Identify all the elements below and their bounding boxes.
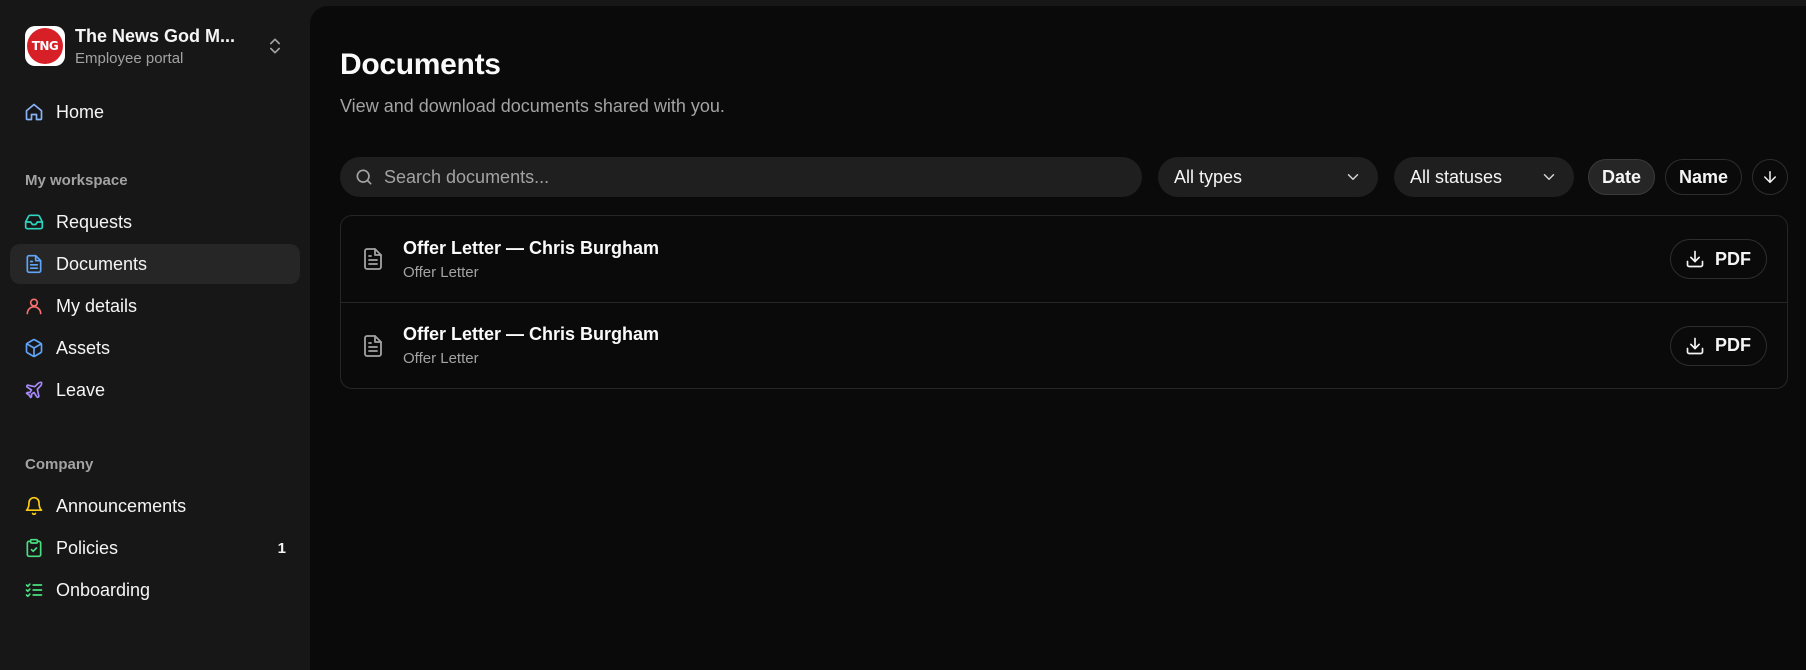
sort-direction-button[interactable] <box>1752 159 1789 195</box>
sidebar-item-label: Leave <box>56 379 106 400</box>
sidebar-item-leave[interactable]: Leave <box>10 370 300 410</box>
download-pdf-button[interactable]: PDF <box>1670 239 1767 279</box>
document-text: Offer Letter — Chris Burgham Offer Lette… <box>403 238 1670 281</box>
document-text: Offer Letter — Chris Burgham Offer Lette… <box>403 324 1670 367</box>
sort-by-name-button[interactable]: Name <box>1664 159 1743 195</box>
sidebar-item-announcements[interactable]: Announcements <box>10 486 300 526</box>
sidebar-item-my-details[interactable]: My details <box>10 286 300 326</box>
download-pdf-label: PDF <box>1715 335 1751 355</box>
arrow-down-icon <box>1764 171 1777 183</box>
type-filter-select[interactable]: All types <box>1157 157 1378 197</box>
policies-count-badge: 1 <box>277 539 286 557</box>
search-input[interactable] <box>384 166 1128 188</box>
sidebar-item-requests[interactable]: Requests <box>10 202 300 242</box>
sidebar-item-assets[interactable]: Assets <box>10 328 300 368</box>
home-icon <box>24 102 44 122</box>
sidebar-item-label: Policies <box>56 537 119 558</box>
chevron-down-icon <box>1347 174 1359 180</box>
sidebar-item-onboarding[interactable]: Onboarding <box>10 570 300 610</box>
list-item: Offer Letter — Chris Burgham Offer Lette… <box>341 216 1787 302</box>
status-filter-select[interactable]: All statuses <box>1393 157 1574 197</box>
org-switcher[interactable]: TNG The News God M... Employee portal <box>10 0 300 92</box>
sidebar-item-policies[interactable]: Policies 1 <box>10 528 300 568</box>
plane-icon <box>24 380 44 400</box>
sidebar-item-label: Announcements <box>56 495 187 516</box>
chevron-down-icon <box>1543 174 1555 180</box>
bell-icon <box>24 496 44 516</box>
search-icon <box>356 169 372 185</box>
page-subtitle: View and download documents shared with … <box>340 96 725 116</box>
section-title-company: Company <box>25 455 94 473</box>
user-icon <box>24 296 44 316</box>
sidebar-item-label: My details <box>56 295 138 316</box>
sort-by-date-button[interactable]: Date <box>1587 159 1655 195</box>
section-title-workspace: My workspace <box>25 171 128 189</box>
download-pdf-button[interactable]: PDF <box>1670 325 1767 366</box>
clipboard-check-icon <box>24 538 44 558</box>
page-title: Documents <box>340 48 501 81</box>
org-logo-mark: TNG <box>27 28 63 64</box>
document-type: Offer Letter <box>403 263 479 281</box>
inbox-icon <box>24 212 44 232</box>
list-item: Offer Letter — Chris Burgham Offer Lette… <box>341 302 1787 388</box>
file-text-icon <box>24 254 44 274</box>
download-icon <box>1686 337 1704 354</box>
box-icon <box>24 338 44 358</box>
list-checks-icon <box>24 580 44 600</box>
status-filter-value: All statuses <box>1409 166 1503 187</box>
sidebar-item-label: Onboarding <box>56 579 151 600</box>
chevrons-up-down-icon <box>265 36 285 56</box>
document-title: Offer Letter — Chris Burgham <box>403 324 660 344</box>
sidebar-item-documents[interactable]: Documents <box>10 244 300 284</box>
file-text-icon <box>361 334 385 358</box>
app-root: TNG The News God M... Employee portal Ho… <box>0 0 1806 670</box>
type-filter-value: All types <box>1173 166 1242 187</box>
sidebar-item-home[interactable]: Home <box>10 92 300 132</box>
org-logo: TNG <box>25 26 65 66</box>
org-name: The News God M... <box>75 25 236 46</box>
sidebar-item-label: Home <box>56 101 105 122</box>
documents-toolbar: All types All statuses Date Name <box>340 157 1789 197</box>
org-subtitle: Employee portal <box>75 49 184 67</box>
main-panel: Documents View and download documents sh… <box>310 6 1806 670</box>
download-icon <box>1686 250 1704 268</box>
sidebar-item-label: Requests <box>56 211 133 232</box>
org-text: The News God M... Employee portal <box>75 26 259 67</box>
document-title: Offer Letter — Chris Burgham <box>403 237 660 258</box>
download-pdf-label: PDF <box>1715 248 1751 269</box>
search-box[interactable] <box>340 157 1142 197</box>
sidebar-item-label: Documents <box>56 253 148 274</box>
file-text-icon <box>361 247 385 271</box>
sidebar: TNG The News God M... Employee portal Ho… <box>0 0 310 670</box>
document-type: Offer Letter <box>403 350 479 367</box>
sidebar-item-label: Assets <box>56 337 111 358</box>
documents-list: Offer Letter — Chris Burgham Offer Lette… <box>340 215 1788 389</box>
